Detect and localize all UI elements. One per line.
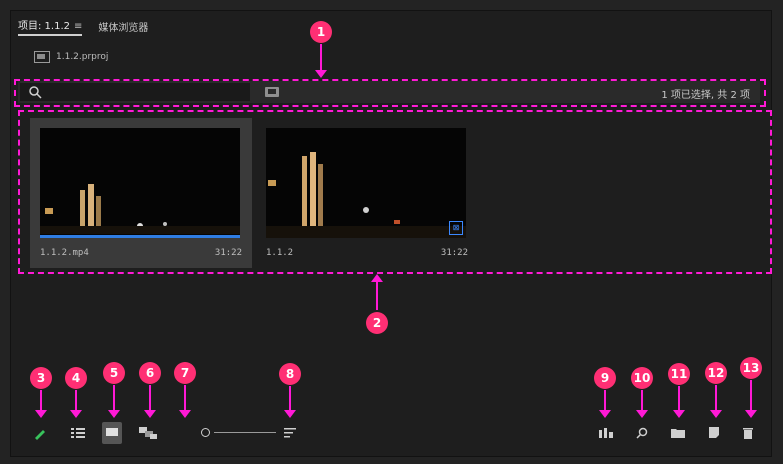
- annotation-marker-1: 1: [310, 21, 332, 43]
- hamburger-menu-icon[interactable]: ≡: [74, 21, 82, 32]
- annotation-arrow-3: [35, 390, 47, 418]
- annotation-arrow-5: [108, 385, 120, 418]
- tab-project-label: 项目: 1.1.2: [18, 20, 70, 32]
- automate-to-sequence-icon[interactable]: [596, 422, 616, 444]
- annotation-arrow-11: [673, 386, 685, 418]
- annotation-arrow-12: [710, 385, 722, 418]
- annotation-marker-2: 2: [366, 312, 388, 334]
- annotation-arrow-2: [371, 274, 383, 310]
- annotation-marker-7: 7: [174, 362, 196, 384]
- tab-bar: 项目: 1.1.2 ≡ 媒体浏览器: [18, 15, 148, 37]
- annotation-arrow-8: [284, 386, 296, 418]
- project-path: 1.1.2.prproj: [34, 51, 108, 63]
- annotation-marker-9: 9: [594, 367, 616, 389]
- annotation-marker-11: 11: [668, 363, 690, 385]
- annotation-marker-8: 8: [279, 363, 301, 385]
- new-bin-icon[interactable]: [668, 422, 688, 444]
- pencil-icon[interactable]: [30, 422, 50, 444]
- annotation-arrow-10: [636, 390, 648, 418]
- new-item-icon[interactable]: [704, 422, 724, 444]
- annotation-arrow-13: [745, 380, 757, 418]
- project-file-icon: [34, 51, 50, 63]
- annotation-box-clips: [18, 110, 772, 274]
- icon-view-icon[interactable]: [102, 422, 122, 444]
- list-view-icon[interactable]: [68, 422, 88, 444]
- annotation-marker-13: 13: [740, 357, 762, 379]
- clear-trash-icon[interactable]: [738, 422, 758, 444]
- find-icon[interactable]: [632, 422, 652, 444]
- annotation-box-search: [14, 79, 766, 107]
- project-file-name: 1.1.2.prproj: [56, 52, 109, 62]
- annotation-arrow-7: [179, 385, 191, 418]
- bottom-toolbar: [18, 422, 760, 452]
- annotation-marker-4: 4: [65, 367, 87, 389]
- annotation-arrow-4: [70, 390, 82, 418]
- annotation-arrow-6: [144, 385, 156, 418]
- annotation-marker-6: 6: [139, 362, 161, 384]
- zoom-slider-handle[interactable]: [201, 428, 210, 437]
- tab-project[interactable]: 项目: 1.1.2 ≡: [18, 17, 83, 36]
- annotation-marker-10: 10: [631, 367, 653, 389]
- freeform-view-icon[interactable]: [136, 422, 160, 444]
- annotation-marker-12: 12: [705, 362, 727, 384]
- annotation-marker-3: 3: [30, 367, 52, 389]
- annotation-arrow-1: [315, 44, 327, 78]
- tab-media-browser[interactable]: 媒体浏览器: [98, 19, 148, 34]
- zoom-slider-track[interactable]: [214, 432, 276, 433]
- annotation-marker-5: 5: [103, 362, 125, 384]
- sort-icon[interactable]: [280, 422, 300, 444]
- annotation-arrow-9: [599, 390, 611, 418]
